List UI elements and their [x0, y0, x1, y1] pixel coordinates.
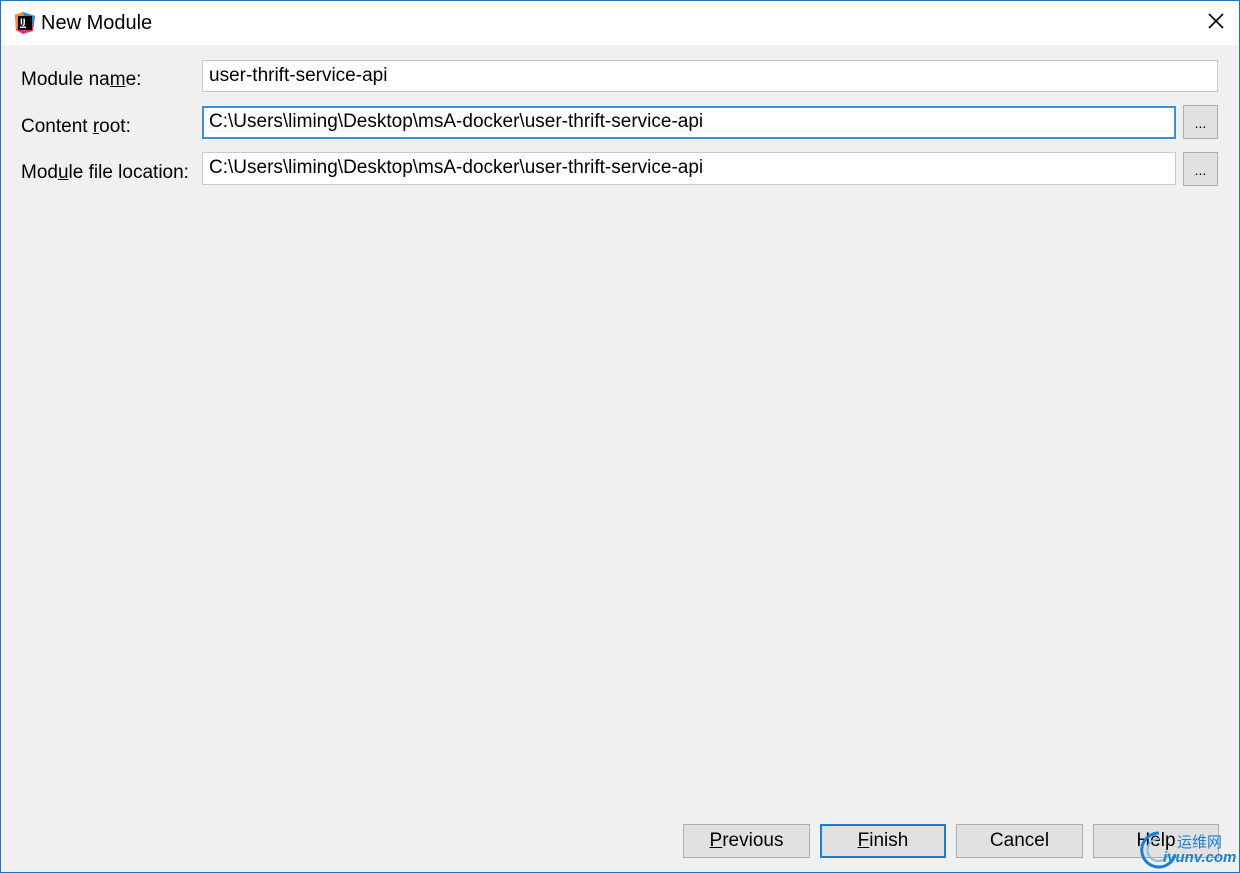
close-icon — [1207, 12, 1225, 35]
module-file-location-browse-button[interactable]: ... — [1183, 152, 1218, 186]
previous-button[interactable]: Previous — [683, 824, 810, 858]
watermark-url-text: iyunv.com — [1163, 849, 1237, 866]
content-root-input[interactable]: C:\Users\liming\Desktop\msA-docker\user-… — [202, 106, 1176, 139]
module-file-location-value: C:\Users\liming\Desktop\msA-docker\user-… — [209, 157, 704, 178]
content-root-browse-button[interactable]: ... — [1183, 105, 1218, 139]
watermark: 运维网 iyunv.com — [1137, 827, 1239, 872]
new-module-dialog: IJ New Module Module name: user-thrift-s… — [0, 0, 1240, 873]
module-name-input[interactable]: user-thrift-service-api — [202, 60, 1218, 92]
intellij-idea-icon: IJ — [13, 11, 37, 35]
svg-text:IJ: IJ — [20, 18, 26, 27]
module-file-location-label: Module file location: — [21, 162, 189, 183]
cancel-button[interactable]: Cancel — [956, 824, 1083, 858]
module-name-label: Module name: — [21, 69, 142, 90]
module-name-value: user-thrift-service-api — [209, 65, 388, 86]
close-button[interactable] — [1193, 1, 1239, 45]
module-file-location-input[interactable]: C:\Users\liming\Desktop\msA-docker\user-… — [202, 152, 1176, 185]
title-bar: IJ New Module — [1, 1, 1239, 45]
content-root-value: C:\Users\liming\Desktop\msA-docker\user-… — [209, 111, 704, 132]
content-root-label: Content root: — [21, 116, 131, 137]
finish-button[interactable]: Finish — [820, 824, 946, 858]
window-title: New Module — [41, 12, 153, 34]
